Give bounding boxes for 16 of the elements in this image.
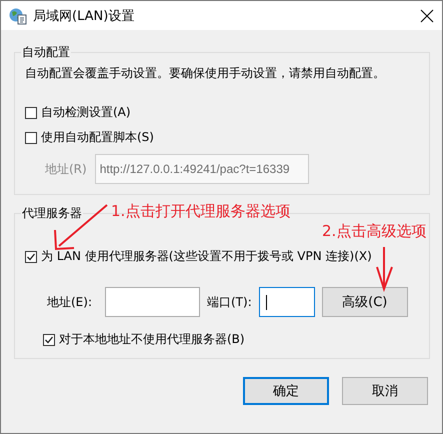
checkbox-label[interactable]: 使用自动配置脚本(S) <box>41 129 154 146</box>
annotation-text: 1.点击打开代理服务器选项 <box>111 202 290 221</box>
field-label: 端口(T): <box>207 294 252 310</box>
annotation-text: 2.点击高级选项 <box>322 222 426 241</box>
group-title: 代理服务器 <box>21 205 83 222</box>
dialog-button[interactable]: 取消 <box>342 377 428 405</box>
checkbox-label[interactable]: 自动检测设置(A) <box>41 104 131 121</box>
checkbox-label[interactable]: 为 LAN 使用代理服务器(这些设置不用于拨号或 VPN 连接)(X) <box>41 248 372 265</box>
description-text: 自动配置会覆盖手动设置。要确保使用手动设置，请禁用自动配置。 <box>25 65 386 82</box>
field-label: 地址(E): <box>47 294 92 310</box>
dialog-button[interactable]: 确定 <box>243 377 329 405</box>
checkbox-label[interactable]: 对于本地地址不使用代理服务器(B) <box>59 331 245 348</box>
window-title: 局域网(LAN)设置 <box>33 8 136 24</box>
field-label: 地址(R) <box>45 160 87 178</box>
group-title: 自动配置 <box>21 44 71 61</box>
advanced-button[interactable]: 高级(C) <box>322 287 408 317</box>
